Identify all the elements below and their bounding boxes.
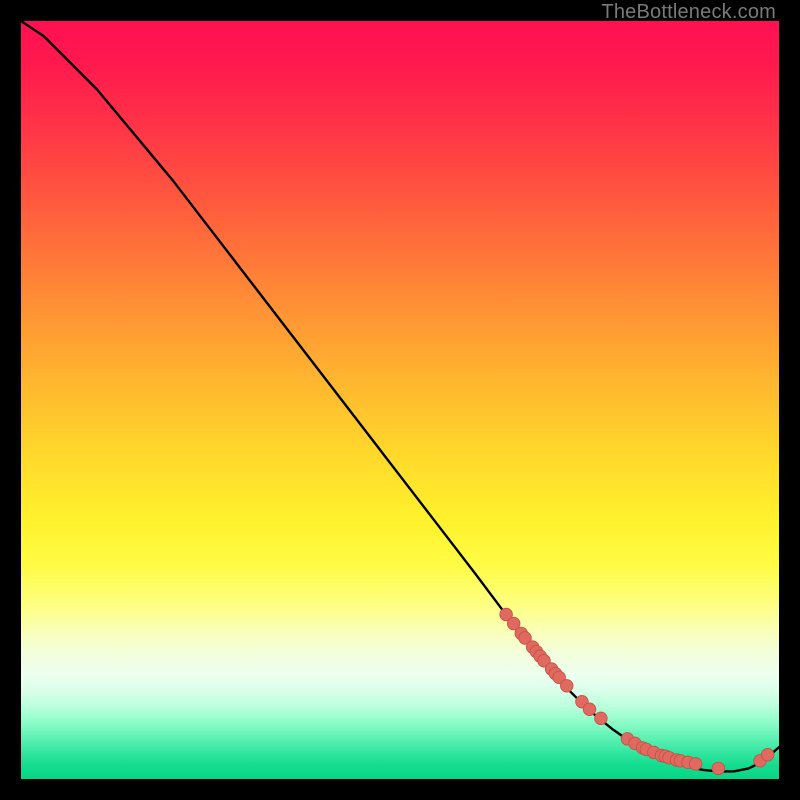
chart-svg xyxy=(21,21,779,779)
marker-dot xyxy=(712,762,725,775)
marker-dot xyxy=(595,712,608,725)
bottleneck-curve-line xyxy=(21,21,779,771)
sample-markers-group xyxy=(500,608,774,774)
marker-dot xyxy=(689,758,702,771)
chart-frame xyxy=(21,21,779,779)
marker-dot xyxy=(583,703,596,716)
marker-dot xyxy=(560,679,573,692)
marker-dot xyxy=(761,748,774,761)
